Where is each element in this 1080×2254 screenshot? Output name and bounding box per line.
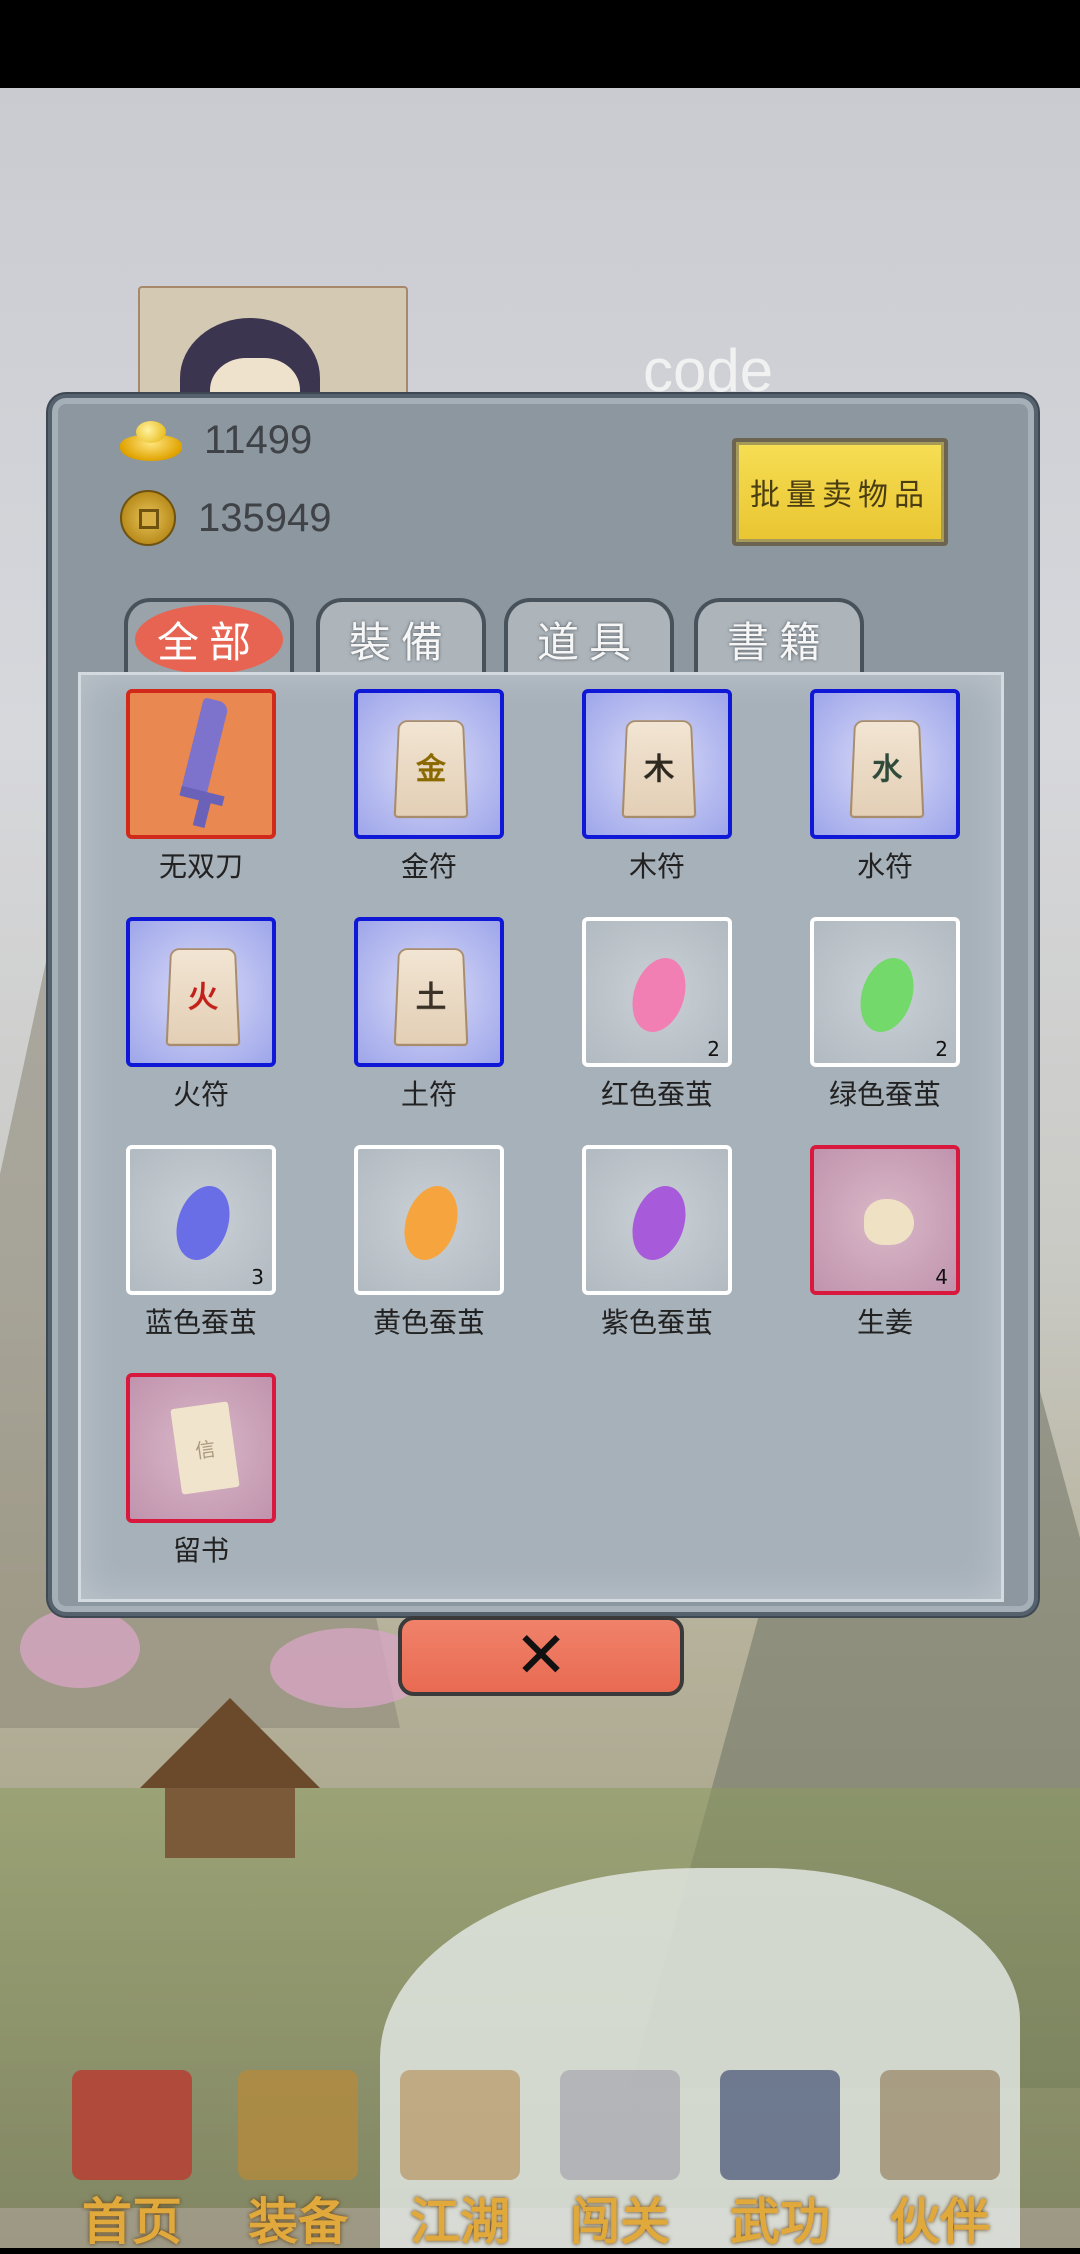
item-slot[interactable] bbox=[354, 1145, 504, 1295]
item-name: 木符 bbox=[628, 850, 685, 883]
item-slot[interactable]: 3 bbox=[126, 1145, 276, 1295]
item-slot[interactable] bbox=[582, 1145, 732, 1295]
cocoon-icon bbox=[623, 1179, 695, 1267]
item-slot[interactable]: 火 bbox=[126, 917, 276, 1067]
nav-item-world[interactable]: 江湖 bbox=[380, 2070, 540, 2251]
inventory-item[interactable]: 2 绿色蚕茧 bbox=[795, 917, 975, 1113]
nav-label: 伙伴 bbox=[890, 2192, 990, 2251]
item-slot[interactable]: 土 bbox=[354, 917, 504, 1067]
nav-item-equipment[interactable]: 装备 bbox=[218, 2070, 378, 2251]
book-icon bbox=[720, 2070, 840, 2180]
sword-icon bbox=[179, 697, 230, 829]
inventory-item[interactable]: 水 水符 bbox=[795, 689, 975, 885]
nav-label: 武功 bbox=[730, 2192, 830, 2251]
tab-all-label: 全部 bbox=[134, 604, 283, 674]
item-slot[interactable]: 4 bbox=[810, 1145, 960, 1295]
item-slot[interactable]: 2 bbox=[582, 917, 732, 1067]
nav-item-home[interactable]: 首页 bbox=[52, 2070, 212, 2251]
inventory-item[interactable]: 3 蓝色蚕茧 bbox=[111, 1145, 291, 1341]
inventory-item[interactable]: 2 红色蚕茧 bbox=[567, 917, 747, 1113]
item-name: 留书 bbox=[172, 1534, 229, 1567]
tab-equipment[interactable]: 裝備 bbox=[316, 598, 486, 676]
item-name: 土符 bbox=[400, 1078, 457, 1111]
inventory-item[interactable]: 4 生姜 bbox=[795, 1145, 975, 1341]
inventory-item[interactable]: 黄色蚕茧 bbox=[339, 1145, 519, 1341]
item-name: 紫色蚕茧 bbox=[600, 1306, 713, 1339]
item-name: 黄色蚕茧 bbox=[372, 1306, 485, 1339]
ginger-icon bbox=[864, 1199, 914, 1245]
nav-label: 闯关 bbox=[570, 2192, 670, 2251]
cocoon-icon bbox=[167, 1179, 239, 1267]
gold-row: 11499 bbox=[120, 418, 312, 463]
item-count: 3 bbox=[251, 1265, 264, 1289]
letter-icon: 信 bbox=[170, 1401, 240, 1495]
item-name: 水符 bbox=[856, 850, 913, 883]
item-count: 4 bbox=[935, 1265, 948, 1289]
bulk-sell-button[interactable]: 批量卖物品 bbox=[732, 438, 948, 546]
tab-items-label: 道具 bbox=[536, 617, 641, 667]
bottom-nav: 首页 装备 江湖 闯关 武功 伙伴 bbox=[0, 2040, 1080, 2251]
item-count: 2 bbox=[935, 1037, 948, 1061]
talisman-icon: 木 bbox=[621, 720, 697, 819]
blossom-tree bbox=[20, 1608, 140, 1688]
inventory-item[interactable]: 紫色蚕茧 bbox=[567, 1145, 747, 1341]
status-bar bbox=[0, 0, 1080, 88]
talisman-icon: 水 bbox=[849, 720, 925, 819]
inventory-item[interactable]: 火 火符 bbox=[111, 917, 291, 1113]
gold-ingot-icon bbox=[120, 420, 182, 461]
item-name: 金符 bbox=[400, 850, 457, 883]
inventory-item[interactable]: 土 土符 bbox=[339, 917, 519, 1113]
inventory-item[interactable]: 金 金符 bbox=[339, 689, 519, 885]
tab-books[interactable]: 書籍 bbox=[694, 598, 864, 676]
hut bbox=[140, 1698, 320, 1858]
armor-icon bbox=[238, 2070, 358, 2180]
nav-label: 装备 bbox=[248, 2192, 348, 2251]
item-name: 蓝色蚕茧 bbox=[144, 1306, 257, 1339]
item-slot[interactable]: 水 bbox=[810, 689, 960, 839]
nav-label: 首页 bbox=[82, 2192, 182, 2251]
inventory-item[interactable]: 信 留书 bbox=[111, 1373, 291, 1569]
item-count: 2 bbox=[707, 1037, 720, 1061]
coin-row: 135949 bbox=[120, 490, 331, 546]
item-name: 绿色蚕茧 bbox=[828, 1078, 941, 1111]
cocoon-icon bbox=[395, 1179, 467, 1267]
house-icon bbox=[72, 2070, 192, 2180]
item-name: 红色蚕茧 bbox=[600, 1078, 713, 1111]
nav-item-partners[interactable]: 伙伴 bbox=[860, 2070, 1020, 2251]
inventory-grid: 无双刀 金 金符 木 木符 水 水符 火 火符 土 土符 2 红色蚕茧 2 绿色… bbox=[78, 672, 1004, 1602]
item-slot[interactable]: 金 bbox=[354, 689, 504, 839]
item-slot[interactable]: 信 bbox=[126, 1373, 276, 1523]
inventory-item[interactable]: 木 木符 bbox=[567, 689, 747, 885]
tab-equipment-label: 裝備 bbox=[348, 617, 453, 667]
item-slot[interactable]: 木 bbox=[582, 689, 732, 839]
gold-amount: 11499 bbox=[204, 418, 313, 462]
item-name: 火符 bbox=[172, 1078, 229, 1111]
tab-all[interactable]: 全部 bbox=[124, 598, 294, 676]
nav-item-challenge[interactable]: 闯关 bbox=[540, 2070, 700, 2251]
inventory-item[interactable]: 无双刀 bbox=[111, 689, 291, 885]
cocoon-icon bbox=[851, 951, 923, 1039]
scroll-map-icon bbox=[400, 2070, 520, 2180]
tab-items[interactable]: 道具 bbox=[504, 598, 674, 676]
coin-amount: 135949 bbox=[198, 495, 332, 540]
nav-item-martial-arts[interactable]: 武功 bbox=[700, 2070, 860, 2251]
cocoon-icon bbox=[623, 951, 695, 1039]
item-slot[interactable]: 2 bbox=[810, 917, 960, 1067]
talisman-icon: 金 bbox=[393, 720, 469, 819]
talisman-icon: 火 bbox=[165, 948, 241, 1047]
partners-icon bbox=[880, 2070, 1000, 2180]
talisman-icon: 土 bbox=[393, 948, 469, 1047]
item-name: 生姜 bbox=[856, 1306, 913, 1339]
copper-coin-icon bbox=[120, 490, 176, 546]
nav-label: 江湖 bbox=[410, 2192, 510, 2251]
item-slot[interactable] bbox=[126, 689, 276, 839]
item-name: 无双刀 bbox=[158, 850, 243, 883]
tab-books-label: 書籍 bbox=[726, 617, 831, 667]
close-button[interactable]: ✕ bbox=[398, 1616, 684, 1696]
crossed-swords-icon bbox=[560, 2070, 680, 2180]
